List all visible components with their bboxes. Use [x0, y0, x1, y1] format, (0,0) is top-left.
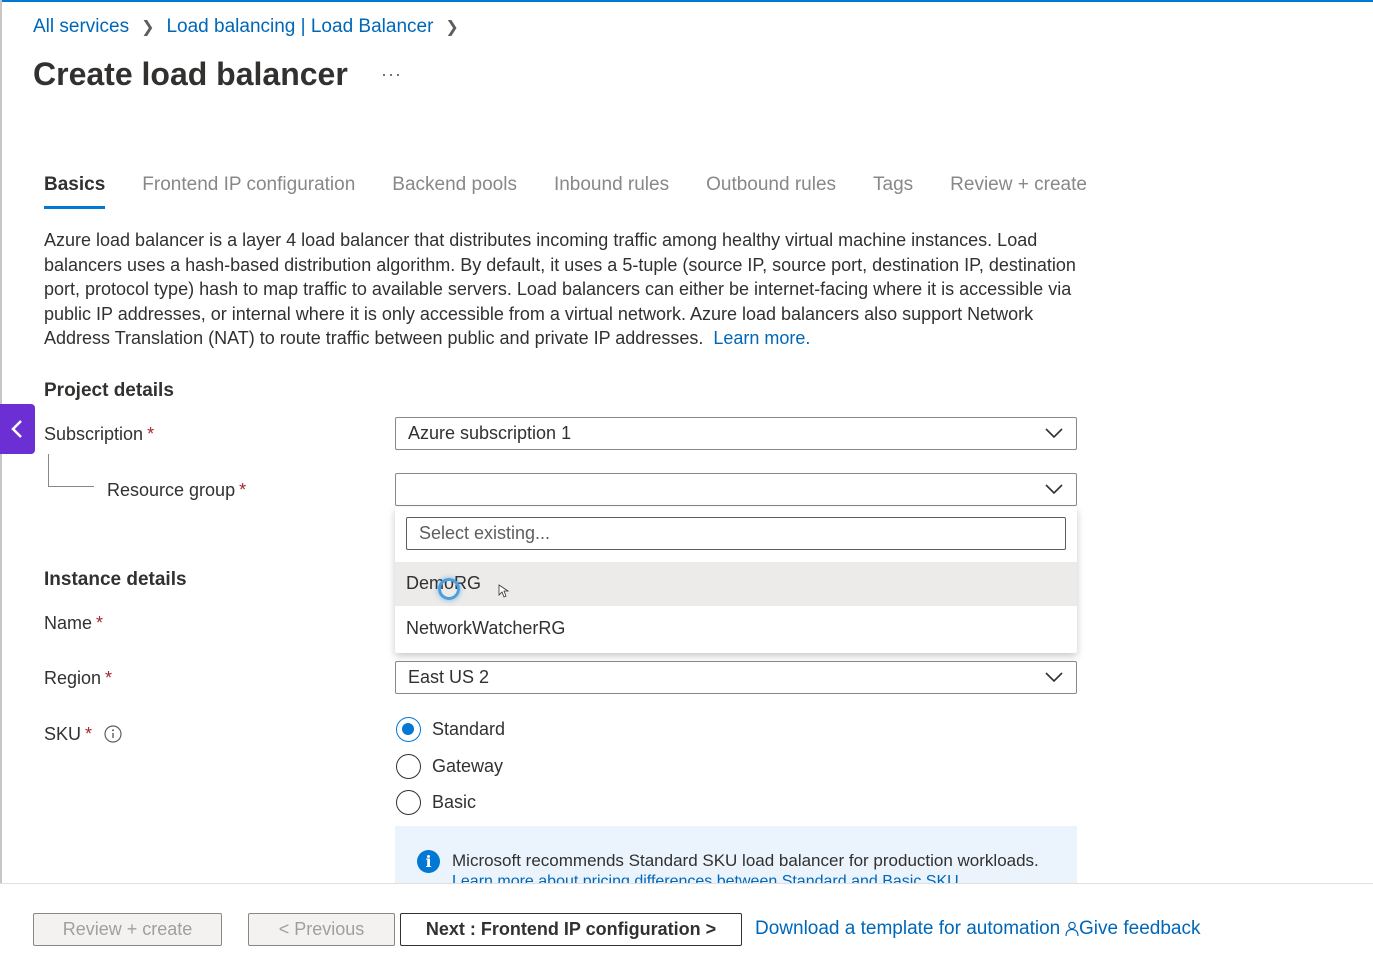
sku-info-box: i Microsoft recommends Standard SKU load… [395, 826, 1077, 884]
subscription-label-text: Subscription [44, 424, 144, 444]
resource-group-label: Resource group * [107, 480, 246, 501]
info-message: Microsoft recommends Standard SKU load b… [452, 851, 1039, 870]
resource-group-search-input[interactable]: Select existing... [406, 517, 1066, 550]
chevron-down-icon [1045, 672, 1063, 683]
tab-inbound-rules[interactable]: Inbound rules [554, 174, 669, 209]
required-marker: * [147, 424, 155, 444]
region-label: Region * [44, 668, 112, 689]
subscription-select[interactable]: Azure subscription 1 [395, 417, 1077, 450]
learn-more-link[interactable]: Learn more. [713, 328, 810, 348]
previous-button[interactable]: < Previous [248, 913, 395, 946]
collapse-panel-button[interactable] [0, 404, 35, 454]
resource-group-select[interactable] [395, 473, 1077, 506]
tab-frontend-ip-configuration[interactable]: Frontend IP configuration [142, 174, 355, 209]
download-template-link[interactable]: Download a template for automation [755, 918, 1060, 940]
description: Azure load balancer is a layer 4 load ba… [44, 228, 1094, 351]
name-label-text: Name [44, 613, 93, 633]
sku-option-label: Gateway [432, 756, 504, 776]
breadcrumb: All services ❯ Load balancing | Load Bal… [33, 16, 471, 38]
required-marker: * [239, 480, 247, 500]
dropdown-option-demorg[interactable]: DemoRG [395, 562, 1077, 606]
info-filled-icon: i [417, 850, 440, 873]
sku-label-text: SKU [44, 724, 82, 744]
name-label: Name * [44, 613, 103, 634]
project-details-heading: Project details [44, 380, 174, 401]
dropdown-option-networkwatcherrg[interactable]: NetworkWatcherRG [395, 607, 1077, 651]
sku-option-label: Basic [432, 792, 477, 812]
tree-connector [48, 454, 94, 487]
sku-option-gateway[interactable]: Gateway [396, 754, 503, 779]
tab-backend-pools[interactable]: Backend pools [392, 174, 517, 209]
radio-button[interactable] [396, 754, 421, 779]
give-feedback-label: Give feedback [1079, 918, 1201, 939]
chevron-right-icon: ❯ [141, 19, 155, 36]
option-label: NetworkWatcherRG [406, 618, 566, 638]
required-marker: * [105, 668, 113, 688]
chevron-down-icon [1045, 484, 1063, 495]
tab-tags[interactable]: Tags [873, 174, 913, 209]
sku-label: SKU * [44, 724, 92, 745]
breadcrumb-all-services[interactable]: All services [33, 16, 129, 38]
next-button[interactable]: Next : Frontend IP configuration > [400, 913, 742, 946]
sku-option-label: Standard [432, 719, 506, 739]
wizard-tabs: Basics Frontend IP configuration Backend… [44, 174, 1124, 209]
radio-button[interactable] [396, 790, 421, 815]
resource-group-dropdown: Select existing... DemoRG NetworkWatcher… [395, 507, 1077, 653]
region-label-text: Region [44, 668, 102, 688]
subscription-label: Subscription * [44, 424, 154, 445]
radio-button[interactable] [396, 717, 421, 742]
review-create-button[interactable]: Review + create [33, 913, 222, 946]
required-marker: * [85, 724, 93, 744]
more-options-icon[interactable]: ··· [381, 64, 402, 85]
sku-option-basic[interactable]: Basic [396, 790, 476, 815]
chevron-left-icon [11, 420, 22, 438]
tab-review-create[interactable]: Review + create [950, 174, 1087, 209]
give-feedback-link[interactable]: Give feedback [1065, 918, 1200, 940]
top-accent-line [0, 0, 1373, 2]
region-value: East US 2 [408, 667, 490, 687]
resource-group-label-text: Resource group [107, 480, 236, 500]
feedback-person-icon [1065, 921, 1079, 937]
mouse-pointer-icon [498, 584, 510, 598]
click-indicator [438, 578, 460, 600]
tab-outbound-rules[interactable]: Outbound rules [706, 174, 836, 209]
footer-action-bar: Review + create < Previous Next : Fronte… [0, 883, 1373, 957]
chevron-down-icon [1045, 428, 1063, 439]
sku-option-standard[interactable]: Standard [396, 717, 505, 742]
description-text: Azure load balancer is a layer 4 load ba… [44, 230, 1076, 348]
page-title: Create load balancer [33, 56, 348, 92]
info-icon[interactable] [104, 725, 122, 743]
left-border [0, 0, 2, 957]
required-marker: * [96, 613, 104, 633]
breadcrumb-load-balancing[interactable]: Load balancing | Load Balancer [166, 16, 433, 38]
subscription-value: Azure subscription 1 [408, 423, 572, 443]
instance-details-heading: Instance details [44, 569, 187, 590]
chevron-right-icon: ❯ [445, 19, 459, 36]
region-select[interactable]: East US 2 [395, 661, 1077, 694]
tab-basics[interactable]: Basics [44, 174, 106, 209]
